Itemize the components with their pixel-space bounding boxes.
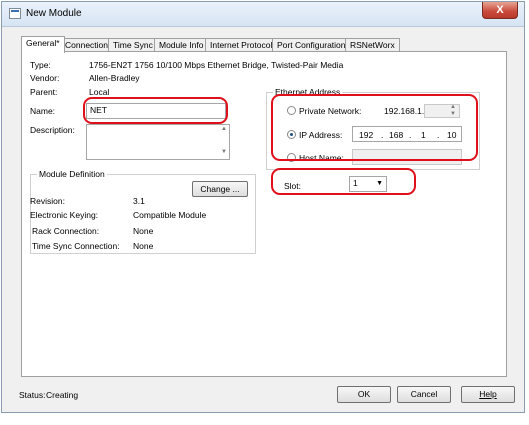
window-title: New Module bbox=[26, 8, 82, 19]
electronic-keying-label: Electronic Keying: bbox=[30, 210, 99, 220]
time-sync-connection-value: None bbox=[133, 241, 154, 251]
tab-module-info[interactable]: Module Info bbox=[154, 38, 209, 52]
tab-rsnetworx[interactable]: RSNetWorx bbox=[345, 38, 400, 52]
new-module-dialog: New Module X General* Connection Time Sy… bbox=[1, 1, 525, 413]
status-value: Creating bbox=[46, 390, 79, 400]
time-sync-connection-label: Time Sync Connection: bbox=[32, 241, 120, 251]
tab-time-sync[interactable]: Time Sync bbox=[108, 38, 158, 52]
rack-connection-value: None bbox=[133, 226, 154, 236]
rack-connection-label: Rack Connection: bbox=[32, 226, 100, 236]
type-value: 1756-EN2T 1756 10/100 Mbps Ethernet Brid… bbox=[89, 60, 344, 70]
module-definition-group: Module Definition Change ... Revision: 3… bbox=[30, 169, 256, 254]
description-input[interactable] bbox=[86, 124, 230, 160]
cancel-button[interactable]: Cancel bbox=[397, 386, 451, 403]
change-button[interactable]: Change ... bbox=[192, 181, 248, 197]
vendor-value: Allen-Bradley bbox=[89, 73, 140, 83]
scroll-up-icon[interactable]: ▲ bbox=[221, 126, 227, 132]
electronic-keying-value: Compatible Module bbox=[133, 210, 207, 220]
ok-button[interactable]: OK bbox=[337, 386, 391, 403]
parent-label: Parent: bbox=[30, 87, 58, 97]
slot-highlight-mark bbox=[271, 168, 416, 195]
tab-port-configuration[interactable]: Port Configuration bbox=[272, 38, 351, 52]
window-icon bbox=[9, 8, 21, 19]
revision-value: 3.1 bbox=[133, 196, 145, 206]
tab-internet-protocol[interactable]: Internet Protocol bbox=[205, 38, 278, 52]
description-label: Description: bbox=[30, 125, 75, 135]
close-button[interactable]: X bbox=[482, 2, 518, 19]
revision-label: Revision: bbox=[30, 196, 65, 206]
tab-connection[interactable]: Connection bbox=[60, 38, 114, 52]
parent-value: Local bbox=[89, 87, 110, 97]
status-label: Status: bbox=[19, 390, 46, 400]
close-icon: X bbox=[496, 4, 504, 16]
tab-general[interactable]: General* bbox=[21, 36, 65, 53]
ethernet-highlight-mark bbox=[271, 94, 478, 161]
name-label: Name: bbox=[30, 106, 56, 116]
type-label: Type: bbox=[30, 60, 51, 70]
title-bar: New Module X bbox=[2, 2, 524, 27]
name-highlight-mark bbox=[83, 97, 228, 124]
scroll-down-icon[interactable]: ▼ bbox=[221, 149, 227, 155]
vendor-label: Vendor: bbox=[30, 73, 60, 83]
module-definition-title: Module Definition bbox=[37, 169, 107, 179]
help-button[interactable]: Help bbox=[461, 386, 515, 403]
